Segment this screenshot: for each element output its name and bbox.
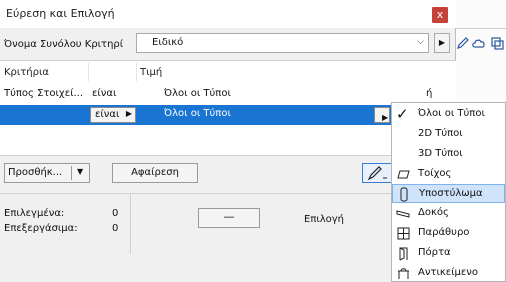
menu-item-label: Δοκός — [418, 207, 449, 218]
menu-item-wall[interactable]: Τοίχος — [392, 165, 505, 184]
column-divider — [88, 63, 89, 81]
criterion-value: Όλοι οι Τύποι — [164, 88, 231, 99]
criteria-set-label: Όνομα Συνόλου Κριτηρί — [4, 39, 124, 50]
door-icon — [399, 247, 408, 261]
column-header-value[interactable]: Τιμή — [140, 67, 162, 78]
chevron-down-icon: ⌵ — [417, 37, 424, 47]
menu-item-label: 3D Τύποι — [418, 148, 463, 159]
object-icon — [398, 268, 409, 279]
criteria-set-value: Ειδικό — [152, 37, 184, 48]
eyedropper-icon — [367, 166, 387, 181]
editable-count: Επεξεργάσιμα: 0 — [4, 223, 118, 234]
criteria-set-menu-button[interactable]: ▶ — [434, 33, 450, 53]
triangle-right-icon: ▶ — [438, 38, 446, 47]
menu-item-column[interactable]: Υποστύλωμα — [392, 184, 505, 203]
menu-item-label: Αντικείμενο — [418, 267, 478, 278]
button-divider — [71, 166, 72, 180]
checkmark-icon: ✓ — [396, 105, 409, 123]
menu-item-label: 2D Τύποι — [418, 128, 463, 139]
layers-icon[interactable] — [490, 36, 504, 50]
column-header-criteria[interactable]: Κριτήρια — [4, 67, 49, 78]
menu-item-beam[interactable]: Δοκός — [392, 204, 505, 223]
add-button-label: Προσθήκ... — [8, 167, 63, 178]
column-icon — [400, 187, 408, 202]
selection-panel: Επιλεγμένα: 0 Επεξεργάσιμα: 0 — Επιλογή — [0, 193, 456, 282]
dialog-title: Εύρεση και Επιλογή — [6, 7, 115, 20]
triangle-right-icon: ▶ — [382, 113, 389, 122]
window-icon — [397, 227, 410, 240]
value-dropdown-button[interactable]: ▶ — [374, 107, 390, 123]
menu-item-3d-types[interactable]: 3D Τύποι — [392, 145, 505, 164]
operator-value: είναι — [95, 109, 120, 120]
menu-item-label: Παράθυρο — [418, 227, 470, 238]
criteria-row[interactable]: Τύπος Στοιχεί... είναι Όλοι οι Τύποι ή — [0, 85, 456, 103]
criterion-operator: είναι — [92, 88, 117, 99]
menu-item-all-types[interactable]: ✓ Όλοι οι Τύποι — [392, 105, 505, 124]
select-button[interactable]: Επιλογή — [304, 214, 344, 225]
remove-criterion-button[interactable]: Αφαίρεση — [112, 163, 198, 183]
beam-icon — [396, 210, 410, 218]
criteria-list[interactable]: Κριτήρια Τιμή Τύπος Στοιχεί... είναι Όλο… — [0, 60, 456, 156]
criteria-set-dropdown[interactable]: Ειδικό ⌵ — [136, 33, 429, 53]
triangle-down-icon[interactable]: ▼ — [77, 167, 83, 176]
menu-item-2d-types[interactable]: 2D Τύποι — [392, 125, 505, 144]
selected-value: 0 — [112, 208, 119, 219]
menu-item-object[interactable]: Αντικείμενο — [392, 264, 505, 282]
close-button[interactable]: x — [432, 7, 448, 23]
toolbar-divider — [456, 28, 506, 29]
triangle-right-icon: ▶ — [125, 109, 132, 118]
criterion-name: Τύπος Στοιχεί... — [4, 88, 84, 99]
selected-count: Επιλεγμένα: 0 — [4, 208, 118, 219]
panel-divider — [130, 194, 131, 254]
selected-label: Επιλεγμένα: — [4, 208, 65, 219]
element-type-menu[interactable]: ✓ Όλοι οι Τύποι 2D Τύποι 3D Τύποι Τοίχος… — [391, 102, 506, 282]
operator-dropdown[interactable]: είναι ▶ — [90, 107, 136, 123]
menu-item-window[interactable]: Παράθυρο — [392, 224, 505, 243]
menu-item-label: Πόρτα — [418, 247, 451, 258]
deselect-button[interactable]: — — [198, 208, 260, 228]
title-bar[interactable]: Εύρεση και Επιλογή x — [0, 0, 456, 28]
add-criterion-button[interactable]: Προσθήκ... ▼ — [4, 163, 90, 183]
menu-item-door[interactable]: Πόρτα — [392, 244, 505, 263]
cloud-icon[interactable] — [472, 36, 486, 50]
criteria-row-selected[interactable]: είναι ▶ Όλοι οι Τύποι ▶ — [0, 105, 456, 125]
editable-label: Επεξεργάσιμα: — [4, 223, 78, 234]
menu-item-label: Όλοι οι Τύποι — [418, 108, 485, 119]
criterion-logic: ή — [426, 88, 433, 99]
menu-item-label: Υποστύλωμα — [419, 188, 483, 199]
wall-icon — [397, 170, 410, 179]
column-divider — [136, 63, 137, 81]
criterion-value: Όλοι οι Τύποι — [164, 108, 231, 119]
editable-value: 0 — [112, 223, 119, 234]
find-and-select-dialog: Εύρεση και Επιλογή x Όνομα Συνόλου Κριτη… — [0, 0, 456, 282]
pencil-icon[interactable] — [456, 36, 470, 50]
menu-item-label: Τοίχος — [418, 168, 452, 179]
eyedropper-button[interactable] — [362, 163, 392, 183]
